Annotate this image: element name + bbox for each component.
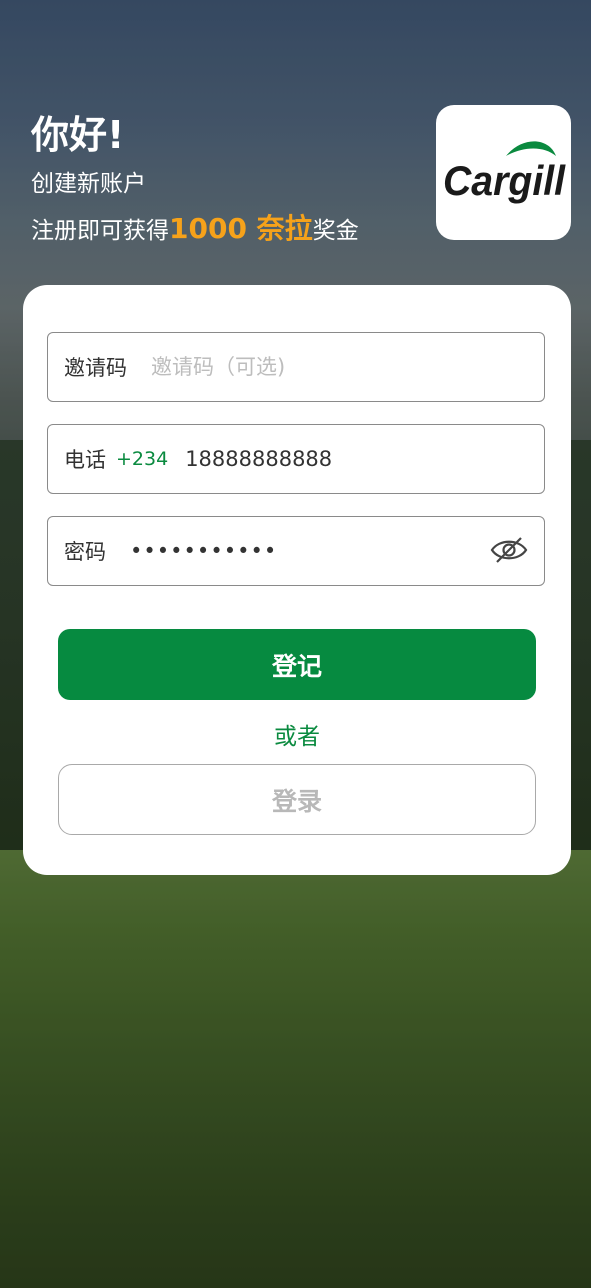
phone-label: 电话 [64, 448, 106, 472]
password-input[interactable] [130, 539, 430, 563]
cargill-logo: Cargill [436, 105, 571, 240]
login-button[interactable]: 登录 [58, 764, 536, 835]
country-code[interactable]: +234 [116, 448, 168, 470]
promo-text: 注册即可获得1000 奈拉奖金 [31, 207, 359, 247]
promo-bonus: 1000 奈拉 [169, 212, 313, 245]
greeting-title: 你好! [31, 113, 125, 157]
promo-prefix: 注册即可获得 [31, 218, 169, 244]
cargill-logo-mark: Cargill [443, 141, 566, 204]
logo-wordmark: Cargill [443, 157, 566, 204]
promo-suffix: 奖金 [312, 218, 359, 244]
subtitle: 创建新账户 [31, 171, 146, 197]
phone-input[interactable] [185, 447, 486, 471]
invite-code-input[interactable] [151, 355, 481, 379]
password-label: 密码 [64, 540, 106, 564]
register-button[interactable]: 登记 [58, 629, 536, 700]
invite-code-label: 邀请码 [64, 356, 127, 380]
or-divider-label: 或者 [274, 724, 320, 750]
register-card: 邀请码 电话 +234 密码 登记 或者 登录 [23, 285, 571, 875]
invite-code-field[interactable]: 邀请码 [47, 332, 545, 402]
phone-field[interactable]: 电话 +234 [47, 424, 545, 494]
eye-off-icon[interactable] [490, 535, 528, 569]
password-field[interactable]: 密码 [47, 516, 545, 586]
